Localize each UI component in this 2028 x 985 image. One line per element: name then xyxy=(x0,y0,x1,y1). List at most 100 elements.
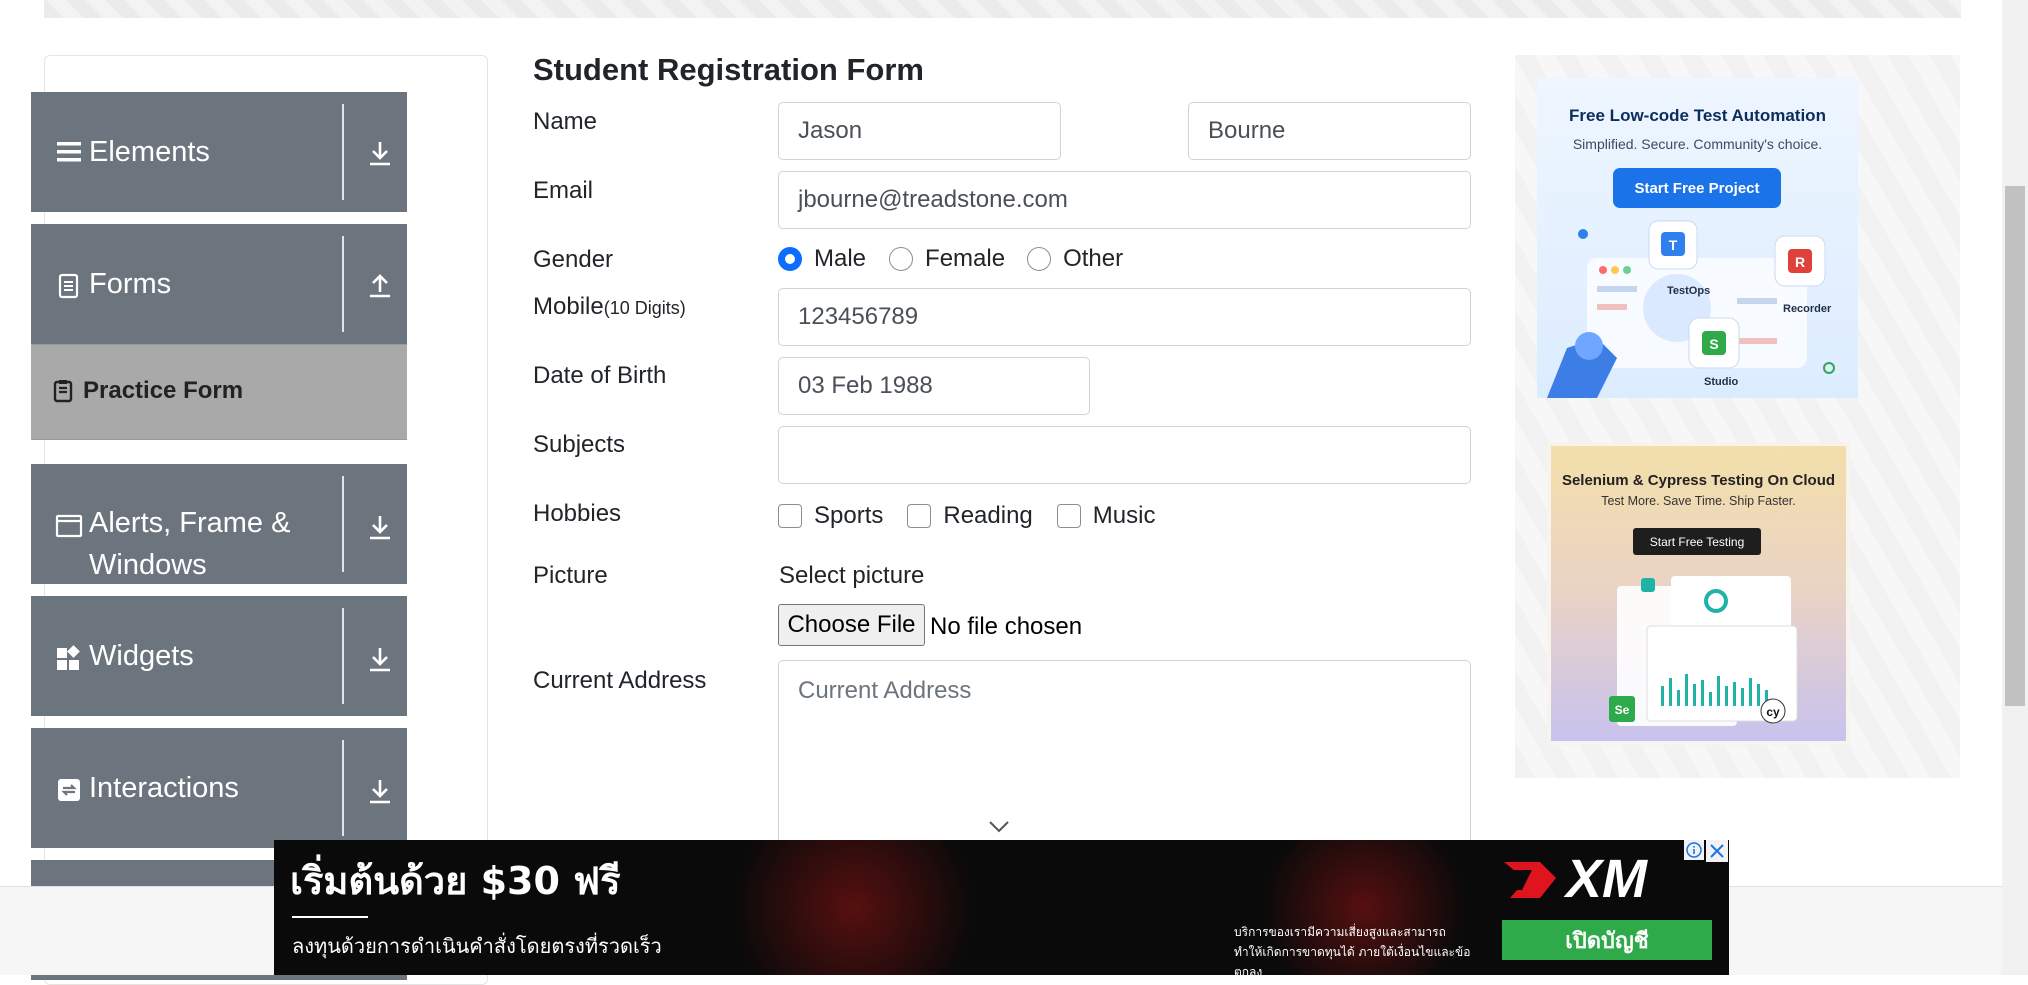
chevron-down-icon[interactable] xyxy=(988,820,1010,834)
xm-logo-text: XM xyxy=(1566,849,1647,909)
sidebar-group-label: Widgets xyxy=(89,640,194,672)
checkbox-label: Music xyxy=(1092,502,1156,529)
ad-cta-button[interactable]: Start Free Project xyxy=(1613,168,1781,208)
banner-subheadline: ลงทุนด้วยการดำเนินคำสั่งโดยตรงที่รวดเร็ว xyxy=(292,934,662,958)
gender-radio-male[interactable]: Male xyxy=(778,245,866,273)
banner-glow xyxy=(694,840,1014,975)
hobby-checkbox-reading[interactable]: Reading xyxy=(907,502,1033,530)
info-icon[interactable] xyxy=(1684,840,1704,860)
checkbox-label: Reading xyxy=(943,502,1033,529)
bottom-ad-banner[interactable]: เริ่มต้นด้วย $30 ฟรี ลงทุนด้วยการดำเนินค… xyxy=(274,840,1729,975)
svg-text:R: R xyxy=(1795,254,1805,270)
banner-headline: เริ่มต้นด้วย $30 ฟรี xyxy=(290,859,621,903)
dob-label: Date of Birth xyxy=(533,362,667,389)
ad-headline: Selenium & Cypress Testing On Cloud xyxy=(1561,472,1836,489)
download-arrow-icon[interactable] xyxy=(365,512,395,542)
email-input[interactable]: jbourne@treadstone.com xyxy=(778,171,1471,229)
ad-cta-button[interactable]: Start Free Testing xyxy=(1633,528,1761,555)
radio-button[interactable] xyxy=(1027,247,1052,271)
choose-file-button[interactable]: Choose File xyxy=(778,604,925,646)
top-banner-strip xyxy=(44,0,1961,18)
ad-tag: TestOps xyxy=(1667,285,1711,297)
divider xyxy=(342,608,344,704)
ad-tag: Recorder xyxy=(1783,303,1832,315)
sidebar-group-widgets[interactable]: Widgets xyxy=(31,596,407,716)
window-icon xyxy=(55,514,83,538)
document-icon xyxy=(58,273,79,299)
gender-radio-other[interactable]: Other xyxy=(1027,245,1123,273)
file-status-text: No file chosen xyxy=(930,613,1083,640)
clipboard-icon xyxy=(53,380,73,403)
select-picture-label: Select picture xyxy=(779,562,925,589)
picture-label: Picture xyxy=(533,562,608,589)
sidebar-group-alerts-frame-windows[interactable]: Alerts, Frame & Windows xyxy=(31,464,407,584)
svg-text:cy: cy xyxy=(1766,705,1780,719)
checkbox-label: Sports xyxy=(814,502,884,529)
divider xyxy=(342,476,344,572)
email-label: Email xyxy=(533,177,594,204)
radio-button[interactable] xyxy=(889,247,914,271)
download-arrow-icon[interactable] xyxy=(365,644,395,674)
mobile-label: Mobile(10 Digits) xyxy=(533,293,686,321)
download-arrow-icon[interactable] xyxy=(365,138,395,168)
sidebar-item-label: Practice Form xyxy=(83,377,244,404)
interactions-icon xyxy=(58,779,80,801)
mobile-label-text: Mobile xyxy=(533,293,604,320)
checkbox[interactable] xyxy=(1056,504,1081,528)
gender-radio-female[interactable]: Female xyxy=(889,245,1005,273)
sidebar-group-interactions[interactable]: Interactions xyxy=(31,728,407,848)
ad-subheadline: Test More. Save Time. Ship Faster. xyxy=(1601,494,1796,508)
divider xyxy=(292,916,368,918)
radio-label: Male xyxy=(814,245,867,272)
gender-label: Gender xyxy=(533,246,614,273)
sidebar-item-practice-form[interactable]: Practice Form xyxy=(31,344,407,440)
ad-katalon[interactable]: Free Low-code Test Automation Simplified… xyxy=(1537,78,1858,398)
sidebar-group-elements[interactable]: Elements xyxy=(31,92,407,212)
open-account-button[interactable]: เปิดบัญชี xyxy=(1502,920,1712,960)
ad-illustration: Se cy xyxy=(1609,576,1798,726)
upload-arrow-icon[interactable] xyxy=(365,270,395,300)
divider xyxy=(342,236,344,332)
gender-radio-group: Male Female Other xyxy=(778,245,1123,273)
xm-logo: XM xyxy=(1500,849,1700,909)
sidebar-group-label: Alerts, Frame & Windows xyxy=(89,502,319,586)
radio-label: Female xyxy=(925,245,1006,272)
sidebar-group-label: Elements xyxy=(89,136,210,168)
ad-tag: Studio xyxy=(1704,376,1739,388)
mobile-input[interactable]: 123456789 xyxy=(778,288,1471,346)
ad-headline: Free Low-code Test Automation xyxy=(1569,106,1826,125)
page-scrollbar-thumb[interactable] xyxy=(2005,186,2025,706)
subjects-label: Subjects xyxy=(533,431,626,458)
ad-lambdatest[interactable]: Selenium & Cypress Testing On Cloud Test… xyxy=(1547,442,1850,745)
current-address-label: Current Address xyxy=(533,667,707,694)
ad-subheadline: Simplified. Secure. Community's choice. xyxy=(1572,136,1823,152)
sidebar-group-label: Forms xyxy=(89,268,172,300)
subjects-input[interactable] xyxy=(778,426,1471,484)
svg-text:Se: Se xyxy=(1615,703,1630,717)
hobbies-checkbox-group: Sports Reading Music xyxy=(778,502,1155,530)
widgets-icon xyxy=(57,645,80,670)
page-title: Student Registration Form xyxy=(533,52,924,87)
banner-fine-print: บริการของเรามีความเสี่ยงสูงและสามารถทำให… xyxy=(1234,925,1471,975)
mobile-hint: (10 Digits) xyxy=(603,298,686,318)
date-of-birth-input[interactable]: 03 Feb 1988 xyxy=(778,357,1090,415)
checkbox[interactable] xyxy=(778,504,802,528)
sidebar-group-label: Interactions xyxy=(89,772,239,804)
sidebar-group-label-line1: Alerts, Frame & xyxy=(89,507,291,539)
first-name-input[interactable]: Jason xyxy=(778,102,1061,160)
svg-text:S: S xyxy=(1709,336,1718,352)
radio-label: Other xyxy=(1063,245,1124,272)
hobby-checkbox-sports[interactable]: Sports xyxy=(778,502,883,530)
hamburger-icon xyxy=(57,142,81,162)
sidebar-group-label-line2: Windows xyxy=(89,549,207,581)
sidebar-group-forms[interactable]: Forms xyxy=(31,224,407,344)
divider xyxy=(342,740,344,836)
download-arrow-icon[interactable] xyxy=(365,776,395,806)
hobbies-label: Hobbies xyxy=(533,500,622,527)
radio-button[interactable] xyxy=(778,247,802,271)
name-label: Name xyxy=(533,108,598,135)
checkbox[interactable] xyxy=(907,504,932,528)
close-icon[interactable] xyxy=(1706,840,1728,862)
hobby-checkbox-music[interactable]: Music xyxy=(1056,502,1156,530)
last-name-input[interactable]: Bourne xyxy=(1188,102,1471,160)
